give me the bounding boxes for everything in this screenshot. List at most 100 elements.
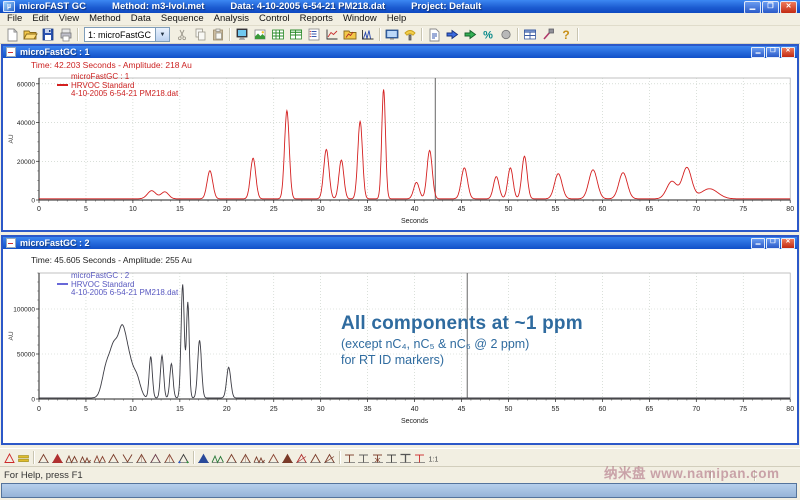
integration-tool-12-button[interactable] — [163, 452, 176, 464]
integration-tool-17-button[interactable] — [239, 452, 252, 464]
integration-tool-19-button[interactable] — [267, 452, 280, 464]
cut-button[interactable] — [174, 27, 190, 42]
integration-tool-4-button[interactable] — [51, 452, 64, 464]
integration-tool-11-button[interactable] — [149, 452, 162, 464]
integration-tool-18-button[interactable] — [253, 452, 266, 464]
data-table-button[interactable] — [270, 27, 286, 42]
svg-text:100000: 100000 — [13, 307, 35, 314]
integration-tool-25-button[interactable] — [357, 452, 370, 464]
integration-tool-6-button[interactable] — [79, 452, 92, 464]
integration-tool-5-button[interactable] — [65, 452, 78, 464]
instrument-screen-button[interactable] — [384, 27, 400, 42]
integration-tool-30-button[interactable]: 1:1 — [427, 452, 440, 464]
results-table-button[interactable] — [288, 27, 304, 42]
integration-tool-1-button[interactable] — [3, 452, 16, 464]
integration-tool-23-button[interactable] — [323, 452, 336, 464]
svg-text:30: 30 — [317, 206, 325, 213]
integration-tool-9-button[interactable] — [121, 452, 134, 464]
menu-item-analysis[interactable]: Analysis — [209, 13, 254, 25]
toolbar-separator — [339, 451, 341, 464]
child2-minimize-button[interactable]: ▁ — [751, 238, 765, 249]
integration-tool-8-button[interactable] — [107, 452, 120, 464]
integration-tool-26-button[interactable] — [371, 452, 384, 464]
integration-tool-22-icon — [309, 452, 322, 464]
integration-tool-20-button[interactable] — [281, 452, 294, 464]
report-view-icon — [426, 27, 442, 42]
toolbar-separator — [577, 28, 579, 41]
main-titlebar[interactable]: µ microFAST GC Method: m3-lvol.met Data:… — [0, 0, 800, 13]
chevron-down-icon[interactable]: ▼ — [155, 28, 169, 41]
integration-tool-27-button[interactable] — [385, 452, 398, 464]
record-stop-icon — [498, 27, 514, 42]
child2-close-button[interactable]: ✕ — [781, 238, 795, 249]
menu-item-control[interactable]: Control — [254, 13, 295, 25]
menu-item-edit[interactable]: Edit — [27, 13, 53, 25]
annotation-line1: All components at ~1 ppm — [341, 313, 583, 335]
run-step-button[interactable] — [462, 27, 478, 42]
integration-tool-14-button[interactable] — [197, 452, 210, 464]
integration-tool-3-button[interactable] — [37, 452, 50, 464]
report-folder-icon — [342, 27, 358, 42]
acquisition-monitor-button[interactable] — [234, 27, 250, 42]
integration-tool-22-button[interactable] — [309, 452, 322, 464]
menu-item-method[interactable]: Method — [84, 13, 126, 25]
snapshot-button[interactable] — [252, 27, 268, 42]
main-toolbar: 1: microFastGC▼%? — [0, 26, 800, 44]
menu-item-window[interactable]: Window — [338, 13, 382, 25]
copy-button[interactable] — [192, 27, 208, 42]
menu-item-view[interactable]: View — [54, 13, 84, 25]
help-button[interactable]: ? — [558, 27, 574, 42]
toolbar-separator — [193, 451, 195, 464]
method-list-button[interactable] — [306, 27, 322, 42]
chromatogram-view-button[interactable] — [360, 27, 376, 42]
menu-item-data[interactable]: Data — [126, 13, 156, 25]
remote-connection-button[interactable] — [402, 27, 418, 42]
paste-button[interactable] — [210, 27, 226, 42]
integration-tool-6-icon — [79, 452, 92, 464]
child2-titlebar[interactable]: microFastGC : 2 ▁ ❐ ✕ — [3, 237, 797, 249]
menu-item-help[interactable]: Help — [382, 13, 412, 25]
record-stop-button[interactable] — [498, 27, 514, 42]
integration-tool-2-button[interactable] — [17, 452, 30, 464]
child1-restore-button[interactable]: ❐ — [766, 47, 780, 58]
svg-text:5: 5 — [84, 406, 88, 413]
integration-tool-7-button[interactable] — [93, 452, 106, 464]
instrument-selector[interactable]: 1: microFastGC▼ — [84, 27, 170, 42]
annotation-line2: (except nC₄, nC₅ & nC₆ @ 2 ppm) — [341, 337, 583, 351]
integration-tool-13-button[interactable] — [177, 452, 190, 464]
legend-line: 4-10-2005 6-54-21 PM218.dat — [57, 90, 178, 99]
report-view-button[interactable] — [426, 27, 442, 42]
integration-tool-28-button[interactable] — [399, 452, 412, 464]
percent-calibration-button[interactable]: % — [480, 27, 496, 42]
menu-item-sequence[interactable]: Sequence — [156, 13, 209, 25]
integration-tool-21-button[interactable] — [295, 452, 308, 464]
save-button[interactable] — [40, 27, 56, 42]
integration-tool-29-button[interactable] — [413, 452, 426, 464]
calibration-chart-icon — [324, 27, 340, 42]
integration-tool-16-button[interactable] — [225, 452, 238, 464]
new-document-button[interactable] — [4, 27, 20, 42]
child2-restore-button[interactable]: ❐ — [766, 238, 780, 249]
menu-item-file[interactable]: File — [2, 13, 27, 25]
integration-tool-15-button[interactable] — [211, 452, 224, 464]
child1-minimize-button[interactable]: ▁ — [751, 47, 765, 58]
integration-tool-28-icon — [399, 452, 412, 464]
menu-item-reports[interactable]: Reports — [295, 13, 338, 25]
child1-titlebar[interactable]: microFastGC : 1 ▁ ❐ ✕ — [3, 46, 797, 58]
integration-tool-17-icon — [239, 452, 252, 464]
report-folder-button[interactable] — [342, 27, 358, 42]
child1-close-button[interactable]: ✕ — [781, 47, 795, 58]
integration-tool-5-icon — [65, 452, 78, 464]
print-button[interactable] — [58, 27, 74, 42]
integration-tool-24-button[interactable] — [343, 452, 356, 464]
integration-tool-10-button[interactable] — [135, 452, 148, 464]
tile-windows-button[interactable] — [522, 27, 538, 42]
run-start-button[interactable] — [444, 27, 460, 42]
legend-line: 4-10-2005 6-54-21 PM218.dat — [57, 289, 178, 298]
calibration-chart-button[interactable] — [324, 27, 340, 42]
tools-button[interactable] — [540, 27, 556, 42]
integration-tool-25-icon — [357, 452, 370, 464]
integration-tool-4-icon — [51, 452, 64, 464]
open-folder-button[interactable] — [22, 27, 38, 42]
integration-tool-11-icon — [149, 452, 162, 464]
